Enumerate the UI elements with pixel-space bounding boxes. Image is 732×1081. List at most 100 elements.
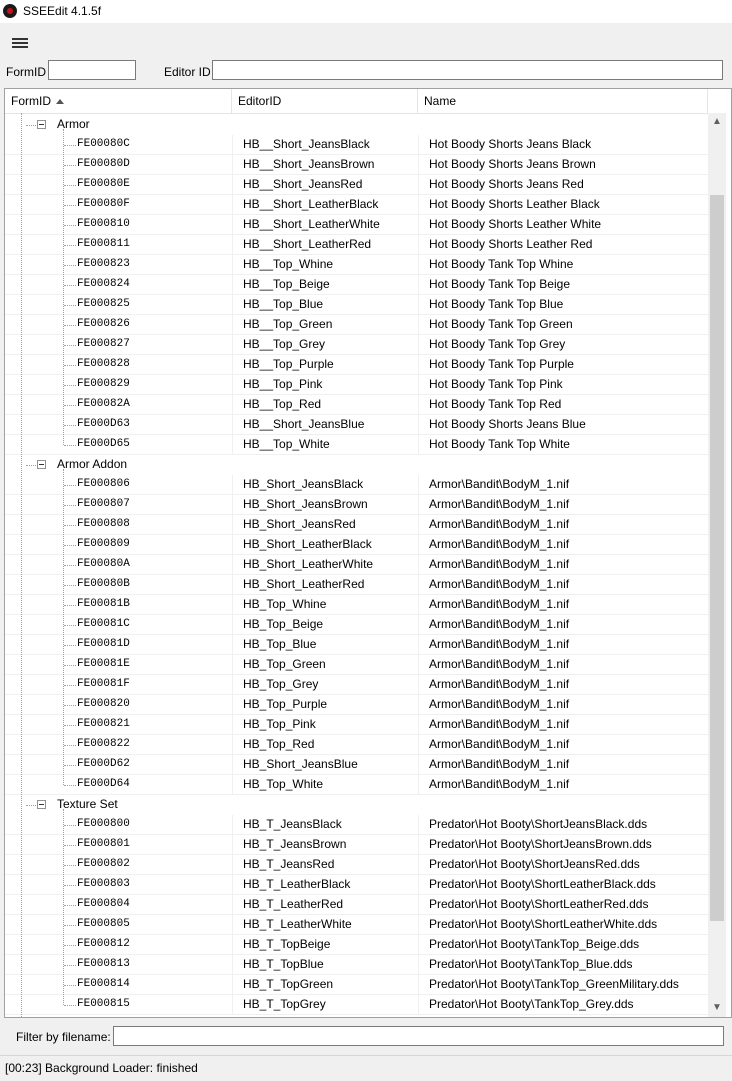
filter-input[interactable] <box>113 1026 724 1046</box>
table-row[interactable]: FE000805 HB_T_LeatherWhite Predator\Hot Bo… <box>5 915 708 935</box>
column-editorid[interactable]: EditorID <box>232 89 418 113</box>
table-row[interactable]: FE000815 HB_T_TopGrey Predator\Hot Booty\T… <box>5 995 708 1015</box>
column-divider <box>418 695 419 715</box>
formid-input[interactable] <box>48 60 136 80</box>
tree-group-node[interactable]: Armor <box>5 115 708 135</box>
column-divider <box>418 255 419 275</box>
column-divider <box>232 675 233 695</box>
cell-formid: FE000804 <box>77 898 130 910</box>
table-row[interactable]: FE000D63 HB__Short_JeansBlue Hot Boody Sho… <box>5 415 708 435</box>
table-row[interactable]: FE000814 HB_T_TopGreen Predator\Hot Booty\… <box>5 975 708 995</box>
cell-editorid: HB_T_JeansBrown <box>243 837 347 851</box>
scrollbar-thumb[interactable] <box>710 195 724 921</box>
table-row[interactable]: FE000827 HB__Top_Grey Hot Boody Tank Top G… <box>5 335 708 355</box>
table-row[interactable]: FE00080C HB__Short_JeansBlack Hot Boody Sh… <box>5 135 708 155</box>
table-row[interactable]: FE000D65 HB__Top_White Hot Boody Tank Top … <box>5 435 708 455</box>
column-divider <box>232 295 233 315</box>
collapse-toggle-icon[interactable] <box>37 120 46 129</box>
collapse-toggle-icon[interactable] <box>37 800 46 809</box>
cell-editorid: HB_Top_Pink <box>243 717 316 731</box>
table-row[interactable]: FE000806 HB_Short_JeansBlack Armor\Bandit\… <box>5 475 708 495</box>
hamburger-menu-icon[interactable] <box>6 32 34 54</box>
table-row[interactable]: FE00081B HB_Top_Whine Armor\Bandit\BodyM_1… <box>5 595 708 615</box>
table-row[interactable]: FE00080E HB__Short_JeansRed Hot Boody Shor… <box>5 175 708 195</box>
tree-connector <box>26 125 36 126</box>
tree-connector <box>64 285 76 286</box>
column-divider <box>232 435 233 455</box>
column-formid[interactable]: FormID <box>5 89 232 113</box>
table-row[interactable]: FE000802 HB_T_JeansRed Predator\Hot Booty\… <box>5 855 708 875</box>
table-row[interactable]: FE000800 HB_T_JeansBlack Predator\Hot Boot… <box>5 815 708 835</box>
records-tree-grid[interactable]: FormID EditorID Name Armor FE00080C HB__Sh… <box>4 88 732 1018</box>
table-row[interactable]: FE00082A HB__Top_Red Hot Boody Tank Top Re… <box>5 395 708 415</box>
table-row[interactable]: FE000812 HB_T_TopBeige Predator\Hot Booty\… <box>5 935 708 955</box>
table-row[interactable]: FE00081D HB_Top_Blue Armor\Bandit\BodyM_1.… <box>5 635 708 655</box>
column-divider <box>232 855 233 875</box>
table-row[interactable]: FE000D62 HB_Short_JeansBlue Armor\Bandit\B… <box>5 755 708 775</box>
table-row[interactable]: FE00080F HB__Short_LeatherBlack Hot Boody … <box>5 195 708 215</box>
table-row[interactable]: FE000811 HB__Short_LeatherRed Hot Boody Sh… <box>5 235 708 255</box>
tree-connector <box>64 665 76 666</box>
table-row[interactable]: FE000803 HB_T_LeatherBlack Predator\Hot Bo… <box>5 875 708 895</box>
table-row[interactable]: FE000822 HB_Top_Red Armor\Bandit\BodyM_1.n… <box>5 735 708 755</box>
scroll-down-arrow-icon[interactable]: ▼ <box>708 999 726 1017</box>
table-row[interactable]: FE000808 HB_Short_JeansRed Armor\Bandit\Bo… <box>5 515 708 535</box>
cell-formid: FE00081F <box>77 678 130 690</box>
editorid-input[interactable] <box>212 60 723 80</box>
table-row[interactable]: FE00080A HB_Short_LeatherWhite Armor\Bandi… <box>5 555 708 575</box>
tree-connector <box>64 845 76 846</box>
table-row[interactable]: FE00080B HB_Short_LeatherRed Armor\Bandit\… <box>5 575 708 595</box>
cell-formid: FE000801 <box>77 838 130 850</box>
cell-formid: FE00080C <box>77 138 130 150</box>
table-row[interactable]: FE000828 HB__Top_Purple Hot Boody Tank Top… <box>5 355 708 375</box>
column-name[interactable]: Name <box>418 89 708 113</box>
table-row[interactable]: FE000821 HB_Top_Pink Armor\Bandit\BodyM_1.… <box>5 715 708 735</box>
cell-name: Predator\Hot Booty\ShortLeatherBlack.dds <box>429 877 656 891</box>
vertical-scrollbar[interactable]: ▲ ▼ <box>708 113 726 1017</box>
table-row[interactable]: FE000804 HB_T_LeatherRed Predator\Hot Boot… <box>5 895 708 915</box>
editorid-label: Editor ID <box>164 65 211 79</box>
column-divider <box>232 755 233 775</box>
cell-editorid: HB__Short_JeansBlue <box>243 417 365 431</box>
table-row[interactable]: FE000807 HB_Short_JeansBrown Armor\Bandit\… <box>5 495 708 515</box>
tree-group-node[interactable]: Texture Set <box>5 795 708 815</box>
cell-editorid: HB__Top_Red <box>243 397 322 411</box>
table-row[interactable]: FE000801 HB_T_JeansBrown Predator\Hot Boot… <box>5 835 708 855</box>
table-row[interactable]: FE000824 HB__Top_Beige Hot Boody Tank Top … <box>5 275 708 295</box>
cell-formid: FE00081B <box>77 598 130 610</box>
table-row[interactable]: FE00080D HB__Short_JeansBrown Hot Boody Sh… <box>5 155 708 175</box>
table-row[interactable]: FE000813 HB_T_TopBlue Predator\Hot Booty\T… <box>5 955 708 975</box>
tree-group-node[interactable]: Armor Addon <box>5 455 708 475</box>
cell-formid: FE000808 <box>77 518 130 530</box>
column-divider <box>418 895 419 915</box>
table-row[interactable]: FE000D64 HB_Top_White Armor\Bandit\BodyM_1… <box>5 775 708 795</box>
table-row[interactable]: FE000809 HB_Short_LeatherBlack Armor\Bandi… <box>5 535 708 555</box>
table-row[interactable]: FE00081C HB_Top_Beige Armor\Bandit\BodyM_1… <box>5 615 708 635</box>
tree-connector <box>63 129 64 445</box>
table-row[interactable]: FE000825 HB__Top_Blue Hot Boody Tank Top B… <box>5 295 708 315</box>
scroll-up-arrow-icon[interactable]: ▲ <box>708 113 726 131</box>
column-divider <box>232 715 233 735</box>
tree-connector <box>64 145 76 146</box>
table-row[interactable]: FE000820 HB_Top_Purple Armor\Bandit\BodyM_… <box>5 695 708 715</box>
column-divider <box>232 995 233 1015</box>
cell-formid: FE00081C <box>77 618 130 630</box>
cell-name: Predator\Hot Booty\ShortLeatherWhite.dds <box>429 917 658 931</box>
tree-connector <box>64 385 76 386</box>
table-row[interactable]: FE000829 HB__Top_Pink Hot Boody Tank Top P… <box>5 375 708 395</box>
table-row[interactable]: FE00081F HB_Top_Grey Armor\Bandit\BodyM_1.… <box>5 675 708 695</box>
cell-formid: FE00081E <box>77 658 130 670</box>
cell-formid: FE000805 <box>77 918 130 930</box>
cell-name: Hot Boody Shorts Leather White <box>429 217 602 231</box>
table-row[interactable]: FE000826 HB__Top_Green Hot Boody Tank Top … <box>5 315 708 335</box>
table-row[interactable]: FE00081E HB_Top_Green Armor\Bandit\BodyM_1… <box>5 655 708 675</box>
cell-formid: FE00080B <box>77 578 130 590</box>
cell-name: Hot Boody Tank Top White <box>429 437 570 451</box>
table-row[interactable]: FE000823 HB__Top_Whine Hot Boody Tank Top … <box>5 255 708 275</box>
cell-editorid: HB__Top_Pink <box>243 377 323 391</box>
cell-editorid: HB__Top_Whine <box>243 257 334 271</box>
table-row[interactable]: FE000810 HB__Short_LeatherWhite Hot Boody … <box>5 215 708 235</box>
cell-formid: FE00080F <box>77 198 130 210</box>
collapse-toggle-icon[interactable] <box>37 460 46 469</box>
cell-formid: FE000D64 <box>77 778 130 790</box>
